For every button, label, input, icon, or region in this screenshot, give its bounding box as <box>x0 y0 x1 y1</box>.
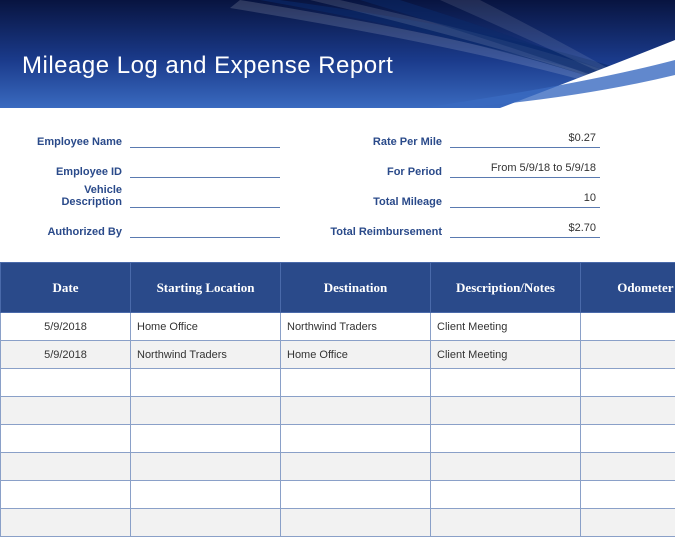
table-row <box>1 425 675 453</box>
cell-desc[interactable]: Client Meeting <box>431 341 581 369</box>
authorized-by-value[interactable] <box>130 222 280 238</box>
cell-dest[interactable] <box>281 397 431 425</box>
table-row: 5/9/2018Northwind TradersHome OfficeClie… <box>1 341 675 369</box>
cell-desc[interactable]: Client Meeting <box>431 313 581 341</box>
header-starting-location: Starting Location <box>131 263 281 313</box>
cell-desc[interactable] <box>431 509 581 537</box>
cell-date[interactable] <box>1 369 131 397</box>
cell-odo[interactable] <box>581 453 675 481</box>
cell-start[interactable] <box>131 453 281 481</box>
employee-id-value[interactable] <box>130 162 280 178</box>
cell-start[interactable] <box>131 425 281 453</box>
cell-odo[interactable] <box>581 369 675 397</box>
cell-odo[interactable] <box>581 397 675 425</box>
cell-odo[interactable] <box>581 509 675 537</box>
cell-desc[interactable] <box>431 425 581 453</box>
for-period-value[interactable]: From 5/9/18 to 5/9/18 <box>450 162 600 178</box>
vehicle-desc-value[interactable] <box>130 192 280 208</box>
table-row <box>1 397 675 425</box>
cell-dest[interactable] <box>281 453 431 481</box>
cell-dest[interactable] <box>281 481 431 509</box>
cell-start[interactable] <box>131 509 281 537</box>
cell-desc[interactable] <box>431 397 581 425</box>
cell-date[interactable]: 5/9/2018 <box>1 313 131 341</box>
cell-start[interactable] <box>131 369 281 397</box>
header-date: Date <box>1 263 131 313</box>
cell-dest[interactable] <box>281 509 431 537</box>
total-mileage-label: Total Mileage <box>320 196 450 208</box>
cell-odo[interactable] <box>581 313 675 341</box>
report-title: Mileage Log and Expense Report <box>22 52 393 80</box>
cell-odo[interactable] <box>581 341 675 369</box>
cell-desc[interactable] <box>431 453 581 481</box>
table-row <box>1 369 675 397</box>
employee-name-label: Employee Name <box>22 136 130 148</box>
cell-dest[interactable]: Northwind Traders <box>281 313 431 341</box>
table-header-row: Date Starting Location Destination Descr… <box>1 263 675 313</box>
cell-desc[interactable] <box>431 369 581 397</box>
header-destination: Destination <box>281 263 431 313</box>
authorized-by-label: Authorized By <box>22 226 130 238</box>
cell-start[interactable] <box>131 481 281 509</box>
info-section: Employee Name Rate Per Mile $0.27 Employ… <box>0 108 675 262</box>
rate-per-mile-value[interactable]: $0.27 <box>450 132 600 148</box>
table-row <box>1 453 675 481</box>
header-description: Description/Notes <box>431 263 581 313</box>
mileage-table-wrap: Date Starting Location Destination Descr… <box>0 262 675 537</box>
for-period-label: For Period <box>320 166 450 178</box>
cell-dest[interactable] <box>281 369 431 397</box>
cell-date[interactable] <box>1 481 131 509</box>
cell-start[interactable] <box>131 397 281 425</box>
cell-start[interactable]: Home Office <box>131 313 281 341</box>
cell-date[interactable]: 5/9/2018 <box>1 341 131 369</box>
rate-per-mile-label: Rate Per Mile <box>320 136 450 148</box>
employee-name-value[interactable] <box>130 132 280 148</box>
header-odometer: Odometer S <box>581 263 675 313</box>
cell-date[interactable] <box>1 453 131 481</box>
table-row <box>1 509 675 537</box>
table-row <box>1 481 675 509</box>
mileage-table: Date Starting Location Destination Descr… <box>0 262 675 537</box>
cell-dest[interactable] <box>281 425 431 453</box>
cell-desc[interactable] <box>431 481 581 509</box>
cell-date[interactable] <box>1 397 131 425</box>
cell-date[interactable] <box>1 509 131 537</box>
report-header: Mileage Log and Expense Report <box>0 0 675 108</box>
cell-date[interactable] <box>1 425 131 453</box>
employee-id-label: Employee ID <box>22 166 130 178</box>
vehicle-desc-label: Vehicle Description <box>22 184 130 208</box>
cell-odo[interactable] <box>581 425 675 453</box>
table-row: 5/9/2018Home OfficeNorthwind TradersClie… <box>1 313 675 341</box>
cell-odo[interactable] <box>581 481 675 509</box>
total-reimbursement-label: Total Reimbursement <box>320 226 450 238</box>
total-reimbursement-value[interactable]: $2.70 <box>450 222 600 238</box>
cell-start[interactable]: Northwind Traders <box>131 341 281 369</box>
cell-dest[interactable]: Home Office <box>281 341 431 369</box>
total-mileage-value[interactable]: 10 <box>450 192 600 208</box>
